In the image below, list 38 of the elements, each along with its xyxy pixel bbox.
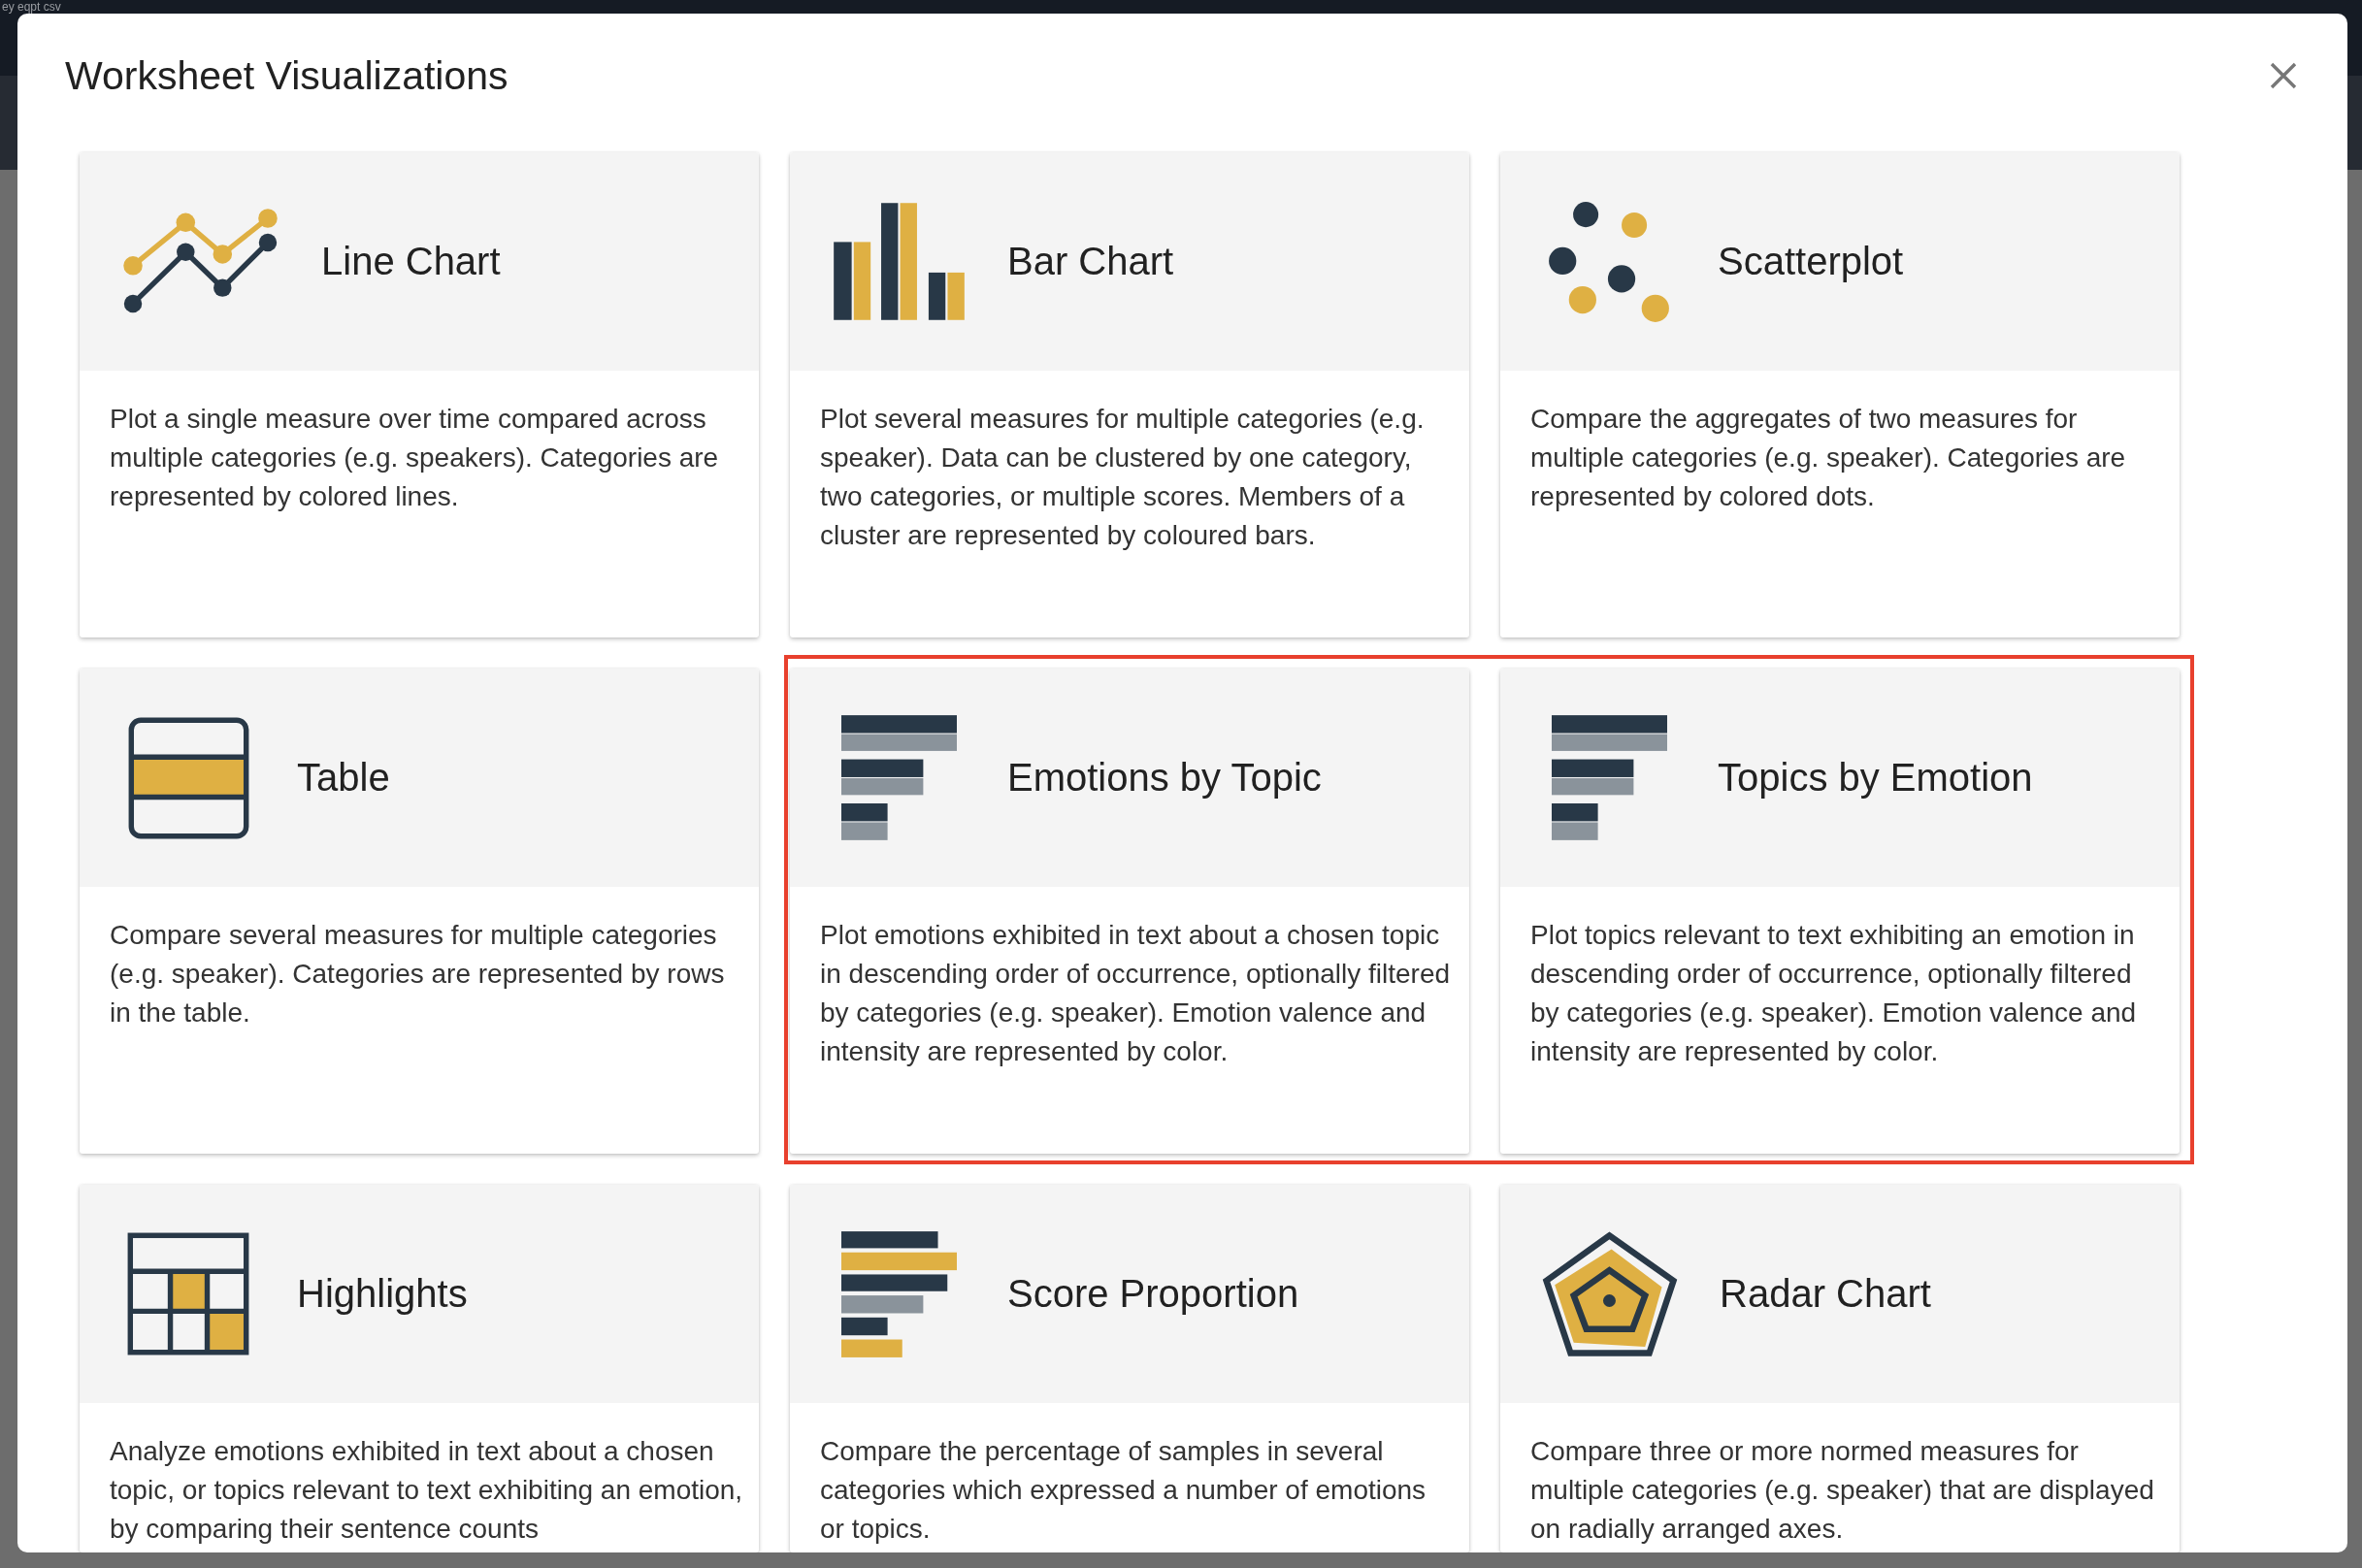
- card-description: Plot a single measure over time compared across multiple categories (e.g. speakers). Categories are represented by colored lines.: [110, 403, 720, 513]
- visualization-card[interactable]: Scatterplot Compare the aggregates of two measures for multiple categories (e.g. speaker). Categories are represented by colored dots.: [1500, 152, 2180, 637]
- visualization-card[interactable]: Radar Chart Compare three or more normed measures for multiple categories (e.g. speaker) that are displayed on radially arranged axes.: [1500, 1185, 2180, 1552]
- horizontal-bars-icon: [840, 1230, 957, 1357]
- card-description: Compare several measures for multiple categories (e.g. speaker). Categories are represented by rows in the table.: [110, 919, 726, 1029]
- radar-chart-icon: [1541, 1229, 1679, 1358]
- card-description: Compare three or more normed measures for multiple categories (e.g. speaker) that are displayed on radially arranged axes.: [1530, 1435, 2155, 1546]
- card-description: Plot topics relevant to text exhibiting an emotion in descending order of occurrence, optionally filtered by categories (e.g. speaker). Emotion valence and intensity are represented by color.: [1530, 919, 2138, 1068]
- visualization-card[interactable]: Highlights Analyze emotions exhibited in text about a chosen topic, or topics relevant to text exhibiting an emotion, by comparing their sentence counts: [80, 1185, 759, 1552]
- card-description: Plot emotions exhibited in text about a chosen topic in descending order of occurrence, optionally filtered by categories (e.g. speaker). Emotion valence and intensity are represented by color.: [820, 919, 1452, 1068]
- visualization-card[interactable]: [1500, 669, 2180, 1154]
- card-title: Bar Chart: [1007, 240, 1174, 283]
- card-title: Table: [297, 756, 390, 800]
- table-icon: [127, 716, 249, 839]
- card-description: Plot several measures for multiple categories (e.g. speaker). Data can be clustered by one category, two categories, or multiple scores. Members of a cluster are represented by coloured bars.: [820, 403, 1426, 552]
- visualization-card[interactable]: [790, 669, 1469, 1154]
- card-description: Compare the percentage of samples in several categories which expressed a number of emotions or topics.: [820, 1435, 1427, 1546]
- close-icon: [2270, 62, 2297, 89]
- card-title: Emotions by Topic: [1007, 756, 1322, 800]
- card-title: Scatterplot: [1718, 240, 1904, 283]
- grid-highlight-icon: [127, 1232, 249, 1356]
- card-title: Radar Chart: [1720, 1272, 1931, 1316]
- card-description: Compare the aggregates of two measures for multiple categories (e.g. speaker). Categories are represented by colored dots.: [1530, 403, 2127, 513]
- visualization-card[interactable]: Line Chart Plot a single measure over time compared across multiple categories (e.g. speakers). Categories are represented by colored lines.: [80, 152, 759, 637]
- card-title: Topics by Emotion: [1718, 756, 2033, 800]
- visualization-card[interactable]: Table Compare several measures for multiple categories (e.g. speaker). Categories are represented by rows in the table.: [80, 669, 759, 1154]
- bar-chart-icon: [831, 201, 967, 322]
- visualization-card[interactable]: Score Proportion Compare the percentage of samples in several categories which expressed a number of emotions or topics.: [790, 1185, 1469, 1552]
- visualization-card[interactable]: [790, 152, 1469, 637]
- card-title: Line Chart: [321, 240, 501, 283]
- ranked-bars-icon: [1551, 715, 1667, 840]
- ranked-bars-icon: [840, 715, 957, 840]
- card-description: Analyze emotions exhibited in text about a chosen topic, or topics relevant to text exhibiting an emotion, by comparing their sentence counts: [110, 1435, 743, 1546]
- card-title: Highlights: [297, 1272, 468, 1316]
- file-title: ey eqpt csv: [2, 0, 61, 14]
- dialog-title: Worksheet Visualizations: [65, 52, 508, 99]
- scatter-plot-icon: [1548, 200, 1670, 323]
- card-title: Score Proportion: [1007, 1272, 1299, 1316]
